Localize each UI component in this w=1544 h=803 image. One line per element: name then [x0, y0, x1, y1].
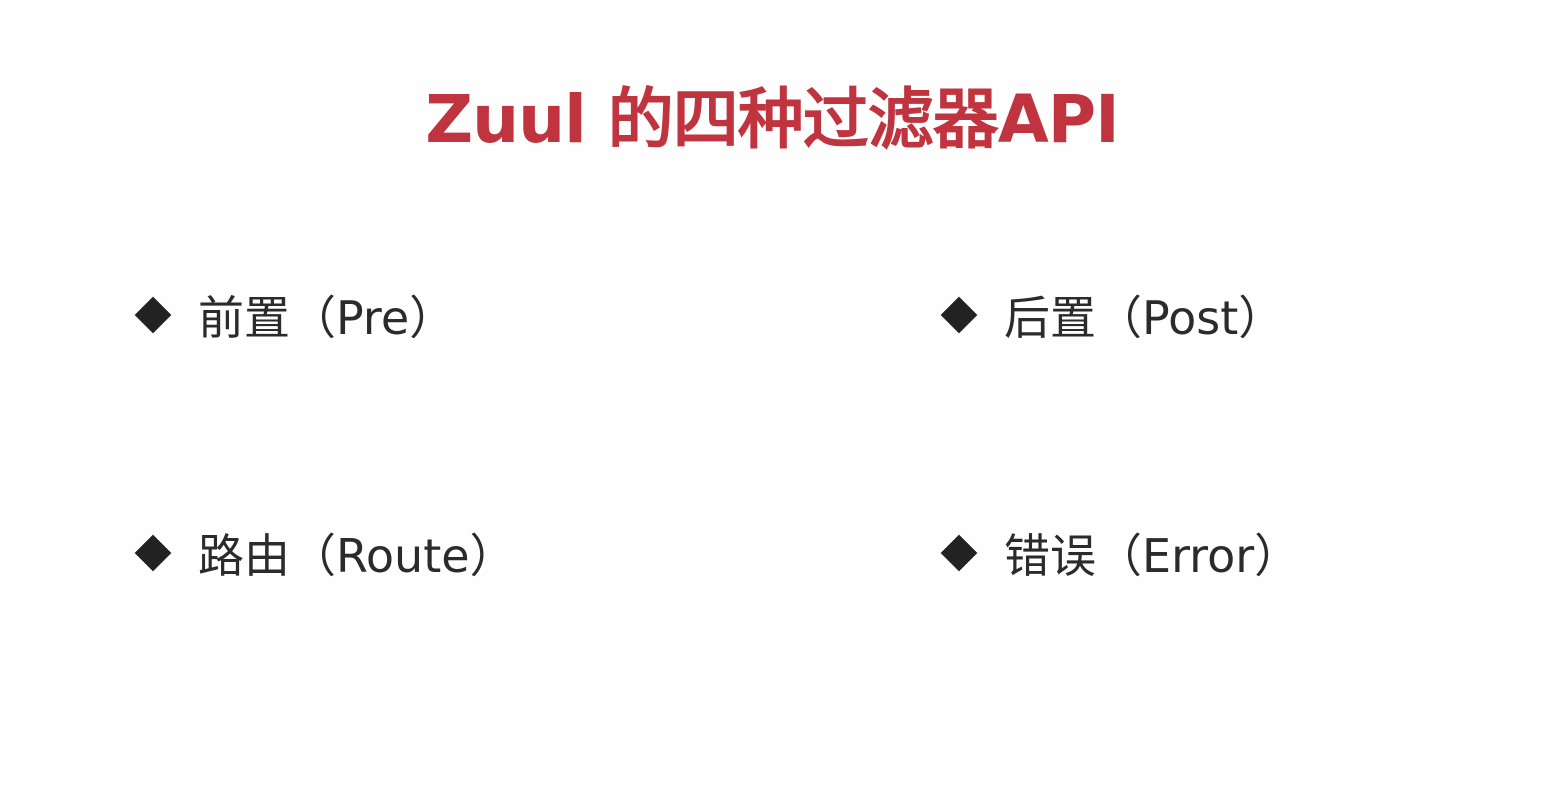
- bullet-item-error: 错误（Error）: [940, 523, 1300, 583]
- bullet-label: 错误（Error）: [1004, 529, 1301, 583]
- diamond-bullet-icon: [134, 534, 172, 572]
- diamond-bullet-icon: [940, 296, 978, 334]
- bullet-label: 路由（Route）: [198, 529, 516, 583]
- bullet-label: 前置（Pre）: [198, 291, 456, 345]
- slide-title: Zuul 的四种过滤器API: [425, 81, 1119, 158]
- bullet-item-pre: 前置（Pre）: [134, 285, 455, 345]
- diamond-bullet-icon: [940, 534, 978, 572]
- diamond-bullet-icon: [134, 296, 172, 334]
- bullet-item-post: 后置（Post）: [940, 285, 1284, 345]
- bullet-label: 后置（Post）: [1004, 291, 1285, 345]
- bullet-item-route: 路由（Route）: [134, 523, 516, 583]
- slide: Zuul 的四种过滤器API 前置（Pre） 后置（Post） 路由（Route…: [0, 0, 1544, 803]
